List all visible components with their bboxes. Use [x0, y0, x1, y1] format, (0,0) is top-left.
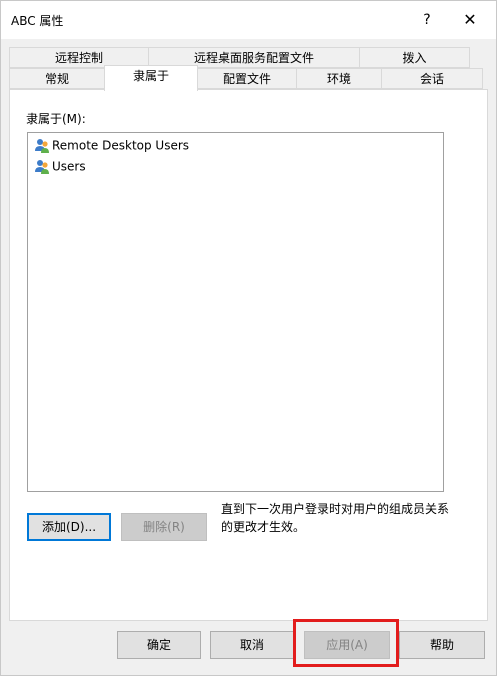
cancel-button[interactable]: 取消: [210, 631, 294, 659]
tab-dial-in[interactable]: 拨入: [359, 47, 470, 68]
membership-note: 直到下一次用户登录时对用户的组成员关系的更改才生效。: [221, 502, 450, 534]
member-of-panel: 隶属于(M): Remote Desktop Users Users 添加(D)…: [9, 89, 488, 621]
tab-environment[interactable]: 环境: [296, 68, 382, 89]
group-users-icon: [35, 138, 49, 153]
ok-button[interactable]: 确定: [117, 631, 201, 659]
list-item[interactable]: Users: [34, 157, 86, 175]
tab-member-of[interactable]: 隶属于: [104, 65, 198, 91]
close-button[interactable]: ✕: [456, 1, 484, 39]
help-button[interactable]: 帮助: [399, 631, 485, 659]
group-users-icon: [35, 159, 49, 174]
group-name: Users: [52, 159, 86, 174]
help-title-button[interactable]: ?: [413, 1, 441, 39]
groups-listbox[interactable]: Remote Desktop Users Users: [27, 132, 444, 492]
properties-dialog: ABC 属性 ? ✕ 远程控制 远程桌面服务配置文件 拨入 常规 隶属于 配置文…: [0, 0, 497, 676]
tab-profile[interactable]: 配置文件: [197, 68, 297, 89]
tab-general[interactable]: 常规: [9, 68, 105, 89]
remove-button[interactable]: 删除(R): [121, 513, 207, 541]
group-name: Remote Desktop Users: [52, 138, 190, 153]
tab-sessions[interactable]: 会话: [381, 68, 483, 89]
list-item[interactable]: Remote Desktop Users: [34, 136, 189, 154]
add-button[interactable]: 添加(D)...: [27, 513, 111, 541]
member-of-label: 隶属于(M):: [26, 112, 86, 126]
window-title: ABC 属性: [11, 14, 64, 28]
highlight-box: [293, 619, 399, 667]
title-bar: ABC 属性 ? ✕: [1, 1, 496, 39]
